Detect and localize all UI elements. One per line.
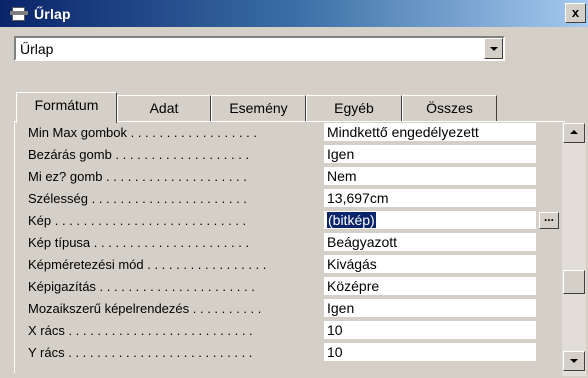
property-label: X rács . . . . . . . . . . . . . . . . .… [28, 323, 253, 338]
object-selector-dropdown-button[interactable] [484, 38, 503, 59]
property-label: Y rács . . . . . . . . . . . . . . . . .… [28, 345, 253, 360]
object-selector[interactable]: Űrlap [14, 36, 505, 61]
property-row-grid-y[interactable]: Y rács . . . . . . . . . . . . . . . . .… [16, 343, 564, 362]
tab-format[interactable]: Formátum [16, 92, 117, 123]
property-grid: Min Max gombok . . . . . . . . . . . . .… [16, 123, 564, 375]
property-row-grid-x[interactable]: X rács . . . . . . . . . . . . . . . . .… [16, 321, 564, 340]
close-button[interactable]: x [565, 3, 586, 23]
scrollbar-thumb[interactable] [563, 270, 585, 294]
property-row-whats-this-button[interactable]: Mi ez? gomb . . . . . . . . . . . . . . … [16, 167, 564, 186]
chevron-up-icon [570, 130, 578, 134]
vertical-scrollbar[interactable] [562, 123, 586, 376]
property-value[interactable]: Nem [324, 167, 536, 186]
property-row-picture-alignment[interactable]: Képigazítás . . . . . . . . . . . . . . … [16, 277, 564, 296]
property-row-min-max-buttons[interactable]: Min Max gombok . . . . . . . . . . . . .… [16, 123, 564, 142]
property-value[interactable]: 10 [324, 321, 536, 340]
property-row-picture-tiling[interactable]: Mozaikszerű képelrendezés . . . . . . . … [16, 299, 564, 318]
property-value[interactable]: Beágyazott [324, 233, 536, 252]
window-title: Űrlap [34, 5, 71, 22]
object-selector-value: Űrlap [20, 41, 54, 57]
scroll-down-button[interactable] [563, 351, 585, 371]
property-label: Bezárás gomb . . . . . . . . . . . . . .… [28, 147, 250, 162]
property-row-width[interactable]: Szélesség . . . . . . . . . . . . . . . … [16, 189, 564, 208]
tab-other[interactable]: Egyéb [306, 95, 402, 122]
chevron-down-icon [490, 47, 498, 51]
builder-button[interactable]: ... [539, 211, 559, 229]
property-value[interactable]: Igen [324, 299, 536, 318]
tab-data[interactable]: Adat [117, 95, 211, 122]
property-value[interactable]: 10 [324, 343, 536, 362]
selected-value-text: (bitkép) [327, 212, 376, 228]
property-label: Képméretezési mód . . . . . . . . . . . … [28, 257, 267, 272]
property-row-close-button[interactable]: Bezárás gomb . . . . . . . . . . . . . .… [16, 145, 564, 164]
property-value[interactable]: Középre [324, 277, 536, 296]
property-label: Szélesség . . . . . . . . . . . . . . . … [28, 191, 247, 206]
tab-strip: Formátum Adat Esemény Egyéb Összes [14, 92, 574, 123]
property-value[interactable]: 13,697cm [324, 189, 536, 208]
chevron-down-icon [570, 359, 578, 363]
property-row-picture-type[interactable]: Kép típusa . . . . . . . . . . . . . . .… [16, 233, 564, 252]
tab-event[interactable]: Esemény [211, 95, 306, 122]
property-label: Kép . . . . . . . . . . . . . . . . . . … [28, 213, 247, 228]
property-value[interactable]: Mindkettő engedélyezett [324, 123, 536, 142]
property-row-picture[interactable]: Kép . . . . . . . . . . . . . . . . . . … [16, 211, 564, 230]
property-row-picture-size-mode[interactable]: Képméretezési mód . . . . . . . . . . . … [16, 255, 564, 274]
property-label: Mi ez? gomb . . . . . . . . . . . . . . … [28, 169, 247, 184]
property-label: Képigazítás . . . . . . . . . . . . . . … [28, 279, 255, 294]
form-icon [10, 6, 28, 22]
property-value[interactable]: Igen [324, 145, 536, 164]
property-value[interactable]: (bitkép) [324, 211, 536, 230]
scroll-up-button[interactable] [563, 123, 585, 143]
property-label: Min Max gombok . . . . . . . . . . . . .… [28, 125, 258, 140]
property-label: Mozaikszerű képelrendezés . . . . . . . … [28, 301, 262, 316]
property-label: Kép típusa . . . . . . . . . . . . . . .… [28, 235, 250, 250]
tab-all[interactable]: Összes [402, 95, 497, 122]
title-bar[interactable]: Űrlap x [0, 0, 588, 27]
property-value[interactable]: Kivágás [324, 255, 536, 274]
